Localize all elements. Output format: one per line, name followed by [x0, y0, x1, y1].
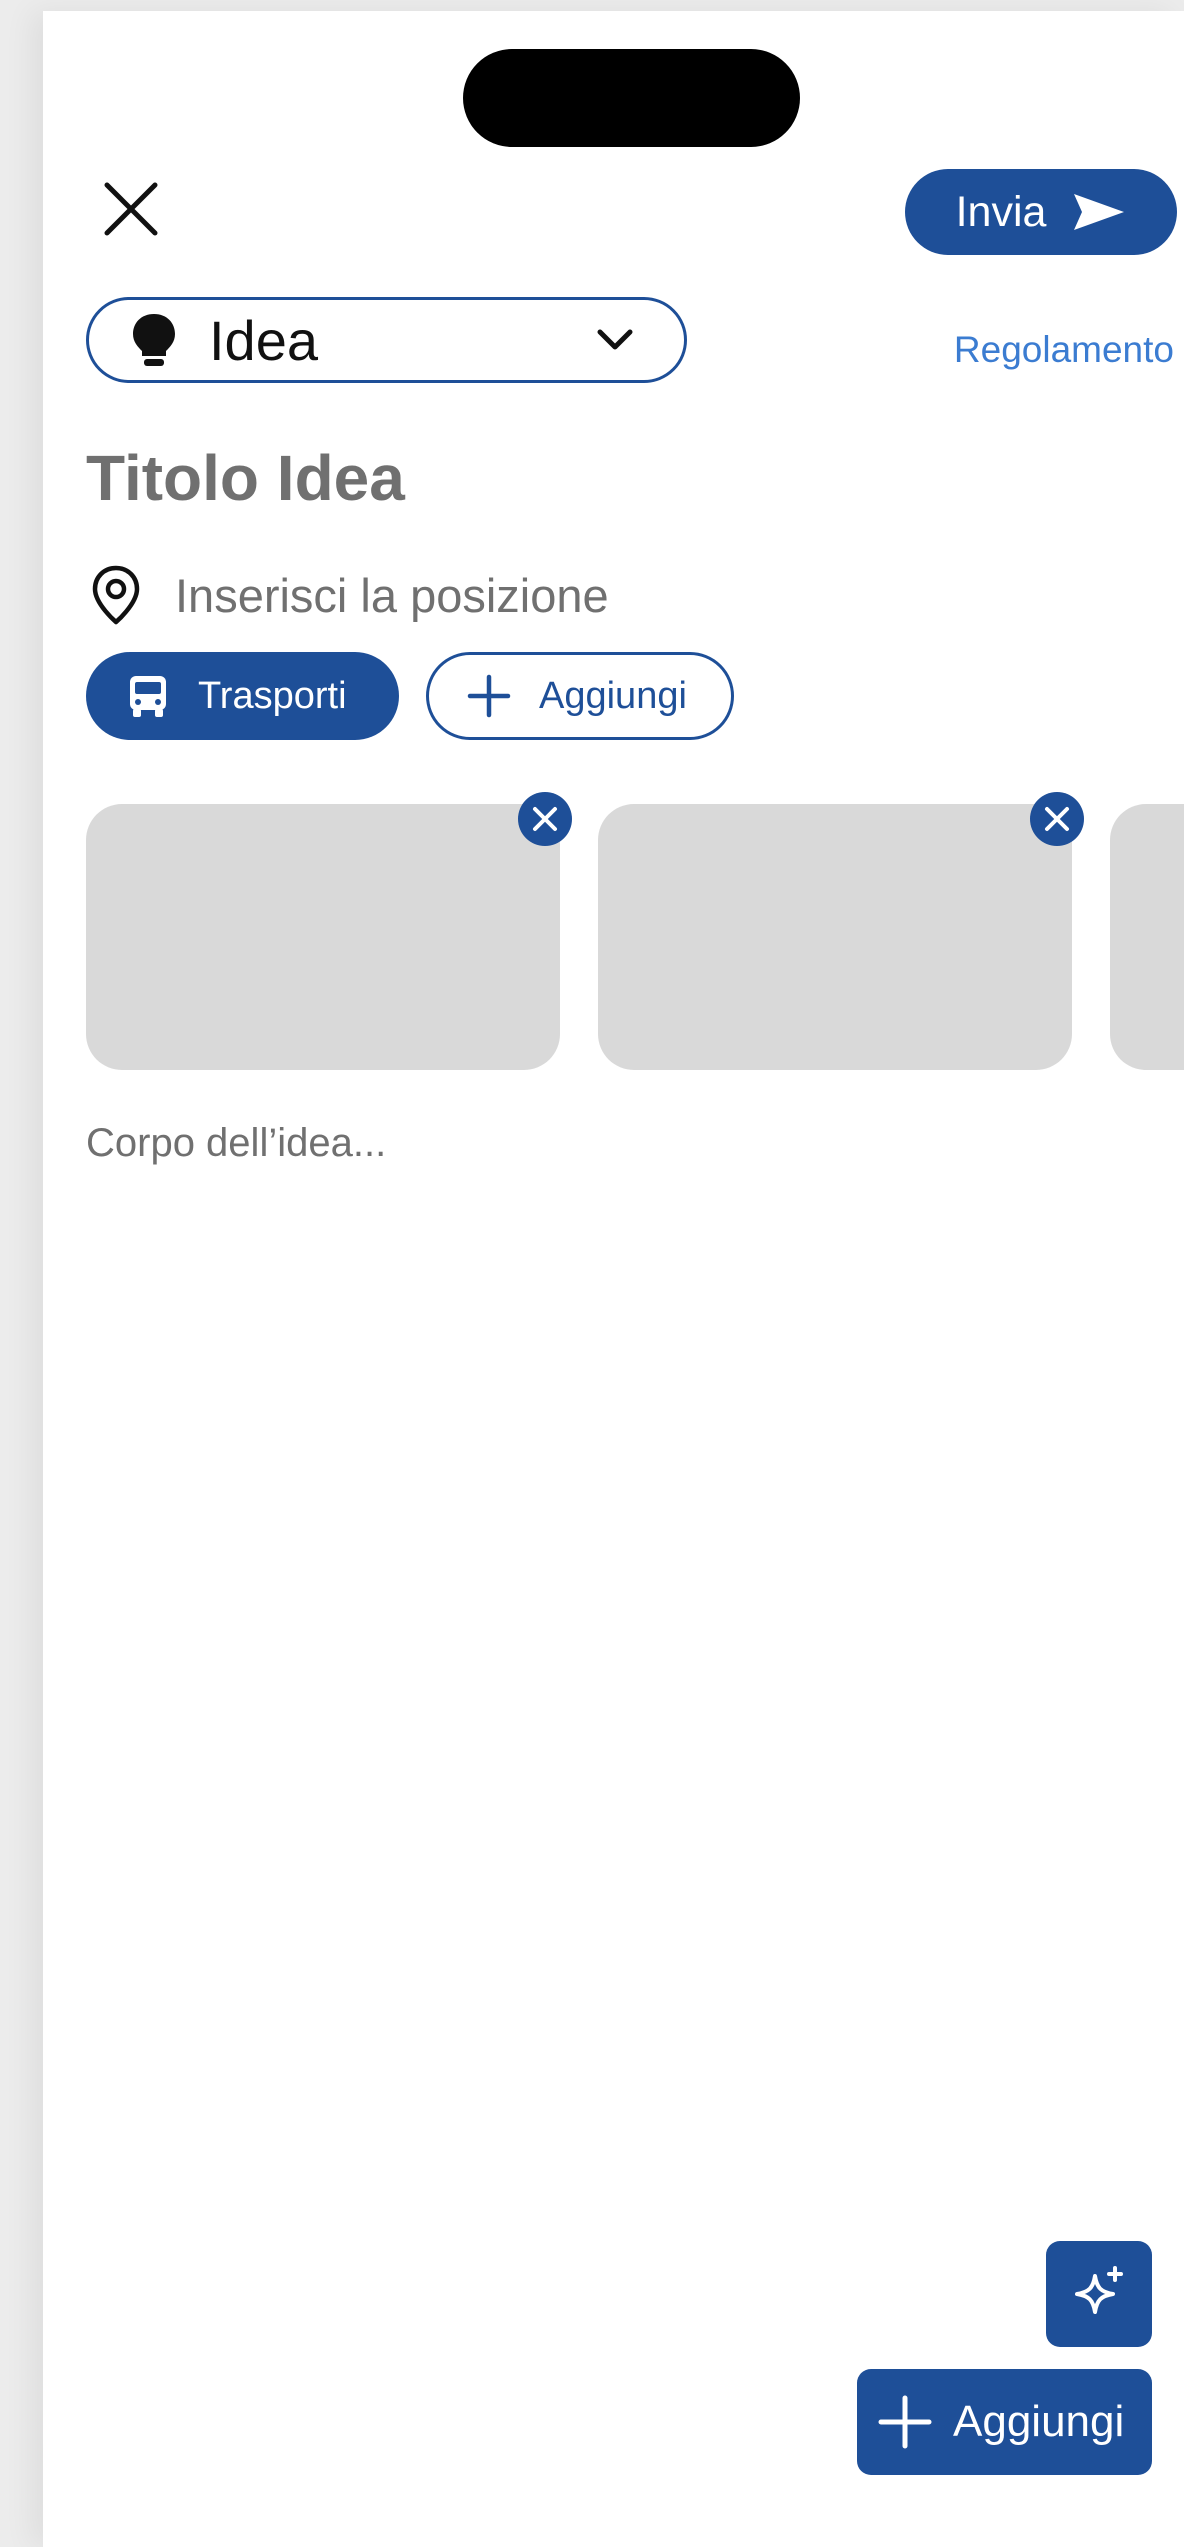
map-pin-icon	[92, 565, 140, 625]
send-button-label: Invia	[955, 187, 1047, 236]
post-type-select[interactable]: Idea	[86, 297, 687, 383]
rules-link[interactable]: Regolamento	[954, 329, 1174, 371]
send-icon	[1074, 194, 1125, 230]
close-icon	[533, 807, 557, 831]
tag-chip-trasporti[interactable]: Trasporti	[86, 652, 399, 740]
close-button[interactable]	[96, 174, 166, 244]
close-icon	[104, 182, 158, 236]
close-icon	[1045, 807, 1069, 831]
body-input[interactable]: Corpo dell’idea...	[86, 1121, 386, 1166]
chevron-down-icon	[597, 329, 633, 350]
add-button-label: Aggiungi	[953, 2397, 1125, 2446]
attachment-thumbnail[interactable]	[86, 804, 560, 1070]
attachment-thumbnail[interactable]	[598, 804, 1072, 1070]
bus-icon	[130, 676, 166, 717]
add-tag-label: Aggiungi	[539, 674, 687, 717]
tag-chip-label: Trasporti	[198, 674, 347, 717]
attachment-thumbnail[interactable]	[1110, 804, 1184, 1070]
location-placeholder: Inserisci la posizione	[175, 568, 609, 622]
location-input[interactable]: Inserisci la posizione	[89, 564, 609, 626]
sparkle-icon	[1075, 2266, 1123, 2314]
lightbulb-icon	[133, 314, 175, 366]
ai-assist-button[interactable]	[1046, 2241, 1152, 2347]
plus-icon	[467, 674, 511, 718]
plus-icon	[878, 2395, 932, 2449]
remove-attachment-button[interactable]	[1030, 792, 1084, 846]
app-screen: Invia Idea Regolamento Titolo Idea Inser…	[43, 11, 1184, 2547]
remove-attachment-button[interactable]	[518, 792, 572, 846]
dynamic-island	[463, 49, 800, 147]
add-button[interactable]: Aggiungi	[857, 2369, 1152, 2475]
post-type-label: Idea	[209, 308, 318, 372]
send-button[interactable]: Invia	[905, 169, 1177, 255]
title-input[interactable]: Titolo Idea	[86, 441, 405, 515]
add-tag-button[interactable]: Aggiungi	[426, 652, 734, 740]
